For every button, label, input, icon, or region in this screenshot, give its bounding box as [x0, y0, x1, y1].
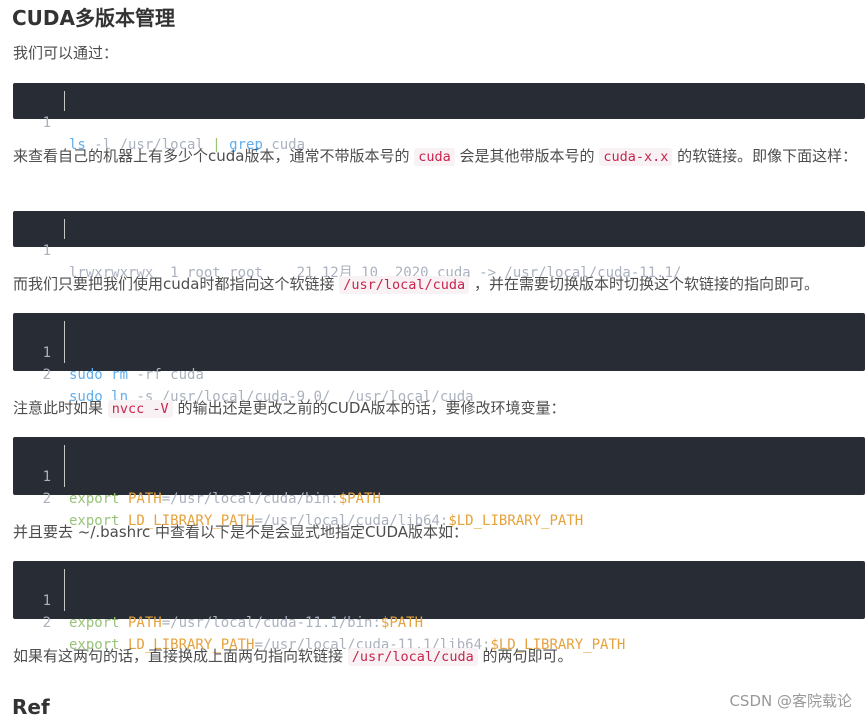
code-line: 1 sudo rm -rf cuda	[13, 320, 865, 383]
inline-code: cuda	[414, 148, 455, 166]
article: CUDA多版本管理 我们可以通过： 1 ls -l /usr/local | g…	[0, 0, 866, 721]
inline-code: /usr/local/cuda	[339, 276, 470, 294]
code-block-ls[interactable]: 1 ls -l /usr/local | grep cuda	[13, 83, 865, 153]
code-text: export PATH=/usr/local/cuda-11.1/bin:$PA…	[69, 615, 424, 631]
code-block-relink[interactable]: 1 sudo rm -rf cuda 2 sudo ln -s /usr/loc…	[13, 313, 865, 405]
code-line: 1 lrwxrwxrwx 1 root root 21 12月 10 2020 …	[13, 218, 865, 281]
paragraph-symlink: 而我们只要把我们使用cuda时都指向这个软链接 /usr/local/cuda …	[13, 275, 819, 294]
code-line: 1 export PATH=/usr/local/cuda-11.1/bin:$…	[13, 568, 865, 631]
line-number: 1	[42, 115, 51, 131]
code-block-export-generic[interactable]: 1 export PATH=/usr/local/cuda/bin:$PATH …	[13, 437, 865, 529]
code-text: export PATH=/usr/local/cuda/bin:$PATH	[69, 491, 381, 507]
line-number: 2	[42, 367, 51, 383]
line-number: 2	[42, 615, 51, 631]
code-line: 1 export PATH=/usr/local/cuda/bin:$PATH	[13, 444, 865, 507]
ref-heading: Ref	[12, 695, 50, 719]
csdn-watermark: CSDN @客院载论	[729, 692, 852, 710]
code-line: 2 export LD_LIBRARY_PATH=/usr/local/cuda…	[13, 466, 865, 529]
paragraph-conclusion: 如果有这两句的话，直接换成上面两句指向软链接 /usr/local/cuda 的…	[13, 647, 573, 666]
inline-code: /usr/local/cuda	[347, 648, 478, 666]
code-text: sudo rm -rf cuda	[69, 367, 204, 383]
paragraph-intro: 我们可以通过：	[13, 44, 119, 62]
code-line: 2 sudo ln -s /usr/local/cuda-9.0/ /usr/l…	[13, 342, 865, 405]
code-line: 1 ls -l /usr/local | grep cuda	[13, 90, 865, 153]
inline-code: cuda-x.x	[599, 148, 673, 166]
section-title: CUDA多版本管理	[12, 6, 175, 30]
code-block-export-versioned[interactable]: 1 export PATH=/usr/local/cuda-11.1/bin:$…	[13, 561, 865, 653]
code-line: 2 export LD_LIBRARY_PATH=/usr/local/cuda…	[13, 590, 865, 653]
line-number: 2	[42, 491, 51, 507]
paragraph-env-note: 注意此时如果 nvcc -V 的输出还是更改之前的CUDA版本的话，要修改环境变…	[13, 399, 566, 418]
line-number: 1	[42, 243, 51, 259]
code-block-symlink-listing[interactable]: 1 lrwxrwxrwx 1 root root 21 12月 10 2020 …	[13, 211, 865, 281]
paragraph-explain: 来查看自己的机器上有多少个cuda版本，通常不带版本号的 cuda 会是其他带版…	[13, 147, 858, 166]
paragraph-bashrc: 并且要去 ~/.bashrc 中查看以下是不是会显式地指定CUDA版本如：	[13, 523, 469, 541]
inline-code: nvcc -V	[107, 400, 173, 418]
